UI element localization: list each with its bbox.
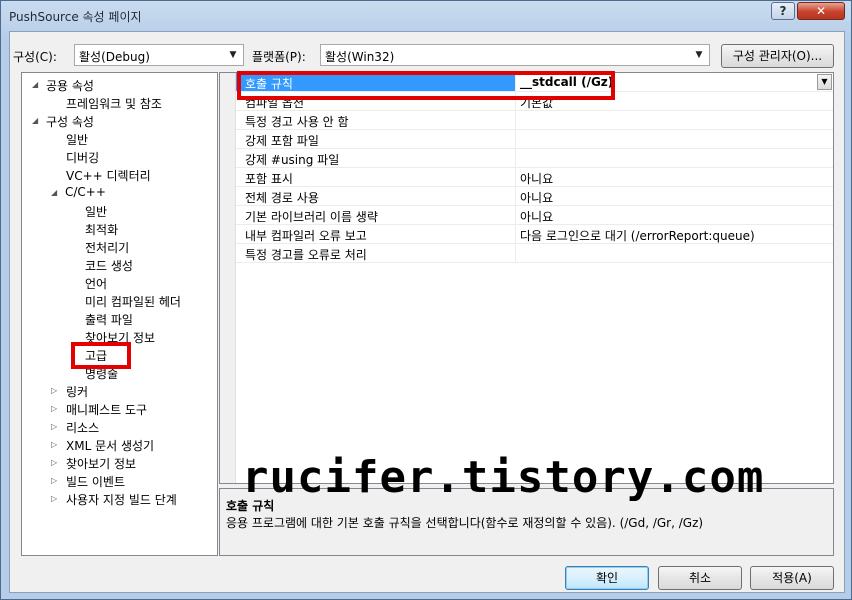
tree-item[interactable]: 찾아보기 정보 [66, 455, 136, 472]
property-grid[interactable]: 호출 규칙 __stdcall (/Gz) ▼ 컴파일 옵션 기본값 특정 경고 사용 안… [219, 72, 834, 484]
collapse-arrow-icon[interactable]: ▷ [51, 494, 57, 503]
property-row[interactable]: 특정 경고를 오류로 처리 [236, 244, 833, 263]
config-label: 구성(C): [13, 50, 57, 64]
tree-item[interactable]: 전처리기 [85, 239, 129, 256]
description-text: 응용 프로그램에 대한 기본 호출 규칙을 선택합니다(함수로 재정의할 수 있… [226, 516, 704, 530]
dialog-client: 구성(C): 활성(Debug) ▼ 플랫폼(P): 활성(Win32) ▼ 구… [9, 31, 845, 593]
property-row[interactable]: 기본 라이브러리 이름 생략 아니요 [236, 206, 833, 225]
property-name: 강제 #using 파일 [245, 153, 340, 167]
expand-arrow-icon[interactable]: ◢ [51, 188, 57, 197]
chevron-down-icon: ▼ [695, 50, 703, 60]
property-name: 전체 경로 사용 [245, 191, 319, 205]
config-manager-button[interactable]: 구성 관리자(O)... [721, 44, 834, 68]
tree-item[interactable]: 일반 [85, 203, 107, 220]
watermark: rucifer.tistory.com [242, 452, 765, 503]
property-row[interactable]: 포함 표시 아니요 [236, 168, 833, 187]
tree-item[interactable]: 미리 컴파일된 헤더 [85, 293, 181, 310]
tree-item[interactable]: 링커 [66, 383, 88, 400]
property-name: 특정 경고를 오류로 처리 [245, 248, 367, 262]
expand-arrow-icon[interactable]: ◢ [32, 80, 38, 89]
column-divider [515, 130, 516, 149]
collapse-arrow-icon[interactable]: ▷ [51, 422, 57, 431]
property-value: 다음 로그인으로 대기 (/errorReport:queue) [520, 229, 755, 243]
column-divider [515, 168, 516, 187]
tree-item[interactable]: 출력 파일 [85, 311, 133, 328]
help-button[interactable]: ? [771, 2, 795, 20]
platform-value: 활성(Win32) [325, 50, 395, 64]
property-row[interactable]: 특정 경고 사용 안 함 [236, 111, 833, 130]
property-row[interactable]: 내부 컴파일러 오류 보고 다음 로그인으로 대기 (/errorReport:q… [236, 225, 833, 244]
property-name: 특정 경고 사용 안 함 [245, 115, 349, 129]
tree-item[interactable]: 리소스 [66, 419, 99, 436]
config-value: 활성(Debug) [79, 50, 150, 64]
property-name: 강제 포함 파일 [245, 134, 319, 148]
property-value: 아니요 [520, 210, 554, 224]
column-divider [515, 225, 516, 244]
tree-item[interactable]: XML 문서 생성기 [66, 437, 154, 454]
tree-item[interactable]: C/C++ [65, 185, 106, 199]
tree-item[interactable]: 공용 속성 [46, 77, 94, 94]
tree-item[interactable]: 최적화 [85, 221, 118, 238]
tree-item[interactable]: 일반 [66, 131, 88, 148]
column-divider [515, 244, 516, 263]
ok-button[interactable]: 확인 [565, 566, 649, 590]
platform-label: 플랫폼(P): [252, 50, 306, 64]
apply-button[interactable]: 적용(A) [750, 566, 834, 590]
category-tree[interactable]: ◢ 공용 속성 프레임워크 및 참조 ◢ 구성 속성 일반 디버깅 VC++ 디렉터리 ◢ C/C… [21, 72, 218, 556]
title-bar[interactable]: PushSource 속성 페이지 ? ✕ [1, 1, 851, 31]
tree-item[interactable]: 사용자 지정 빌드 단계 [66, 491, 177, 508]
close-button[interactable]: ✕ [797, 2, 845, 20]
property-value: 아니요 [520, 191, 554, 205]
collapse-arrow-icon[interactable]: ▷ [51, 404, 57, 413]
window-title: PushSource 속성 페이지 [9, 10, 142, 24]
column-divider [515, 187, 516, 206]
tree-item[interactable]: VC++ 디렉터리 [66, 167, 151, 184]
column-divider [515, 206, 516, 225]
config-combo[interactable]: 활성(Debug) ▼ [74, 44, 244, 66]
property-name: 기본 라이브러리 이름 생략 [245, 210, 378, 224]
collapse-arrow-icon[interactable]: ▷ [51, 476, 57, 485]
property-name: 내부 컴파일러 오류 보고 [245, 229, 367, 243]
grid-margin [220, 73, 236, 483]
property-name: 포함 표시 [245, 172, 293, 186]
tree-item[interactable]: 매니페스트 도구 [66, 401, 147, 418]
tree-item[interactable]: 코드 생성 [85, 257, 133, 274]
tree-item[interactable]: 디버깅 [66, 149, 99, 166]
chevron-down-icon: ▼ [229, 50, 237, 60]
property-row[interactable]: 강제 포함 파일 [236, 130, 833, 149]
collapse-arrow-icon[interactable]: ▷ [51, 458, 57, 467]
property-value: 아니요 [520, 172, 554, 186]
column-divider [515, 111, 516, 130]
expand-arrow-icon[interactable]: ◢ [32, 116, 38, 125]
tree-item[interactable]: 프레임워크 및 참조 [66, 95, 162, 112]
platform-combo[interactable]: 활성(Win32) ▼ [320, 44, 710, 66]
cancel-button[interactable]: 취소 [658, 566, 742, 590]
collapse-arrow-icon[interactable]: ▷ [51, 386, 57, 395]
dropdown-arrow-icon[interactable]: ▼ [817, 74, 832, 90]
tree-item[interactable]: 언어 [85, 275, 107, 292]
highlight-box-calling-convention [237, 71, 615, 100]
collapse-arrow-icon[interactable]: ▷ [51, 440, 57, 449]
property-row[interactable]: 강제 #using 파일 [236, 149, 833, 168]
tree-item[interactable]: 빌드 이벤트 [66, 473, 125, 490]
property-row[interactable]: 전체 경로 사용 아니요 [236, 187, 833, 206]
properties-window: PushSource 속성 페이지 ? ✕ 구성(C): 활성(Debug) ▼… [0, 0, 852, 600]
tree-item[interactable]: 구성 속성 [46, 113, 94, 130]
column-divider [515, 149, 516, 168]
highlight-box-advanced [71, 342, 131, 369]
